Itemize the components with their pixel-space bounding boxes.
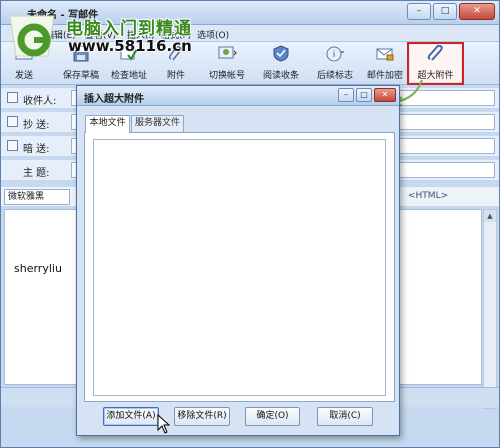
address-book-icon[interactable] xyxy=(7,92,18,103)
dialog-minimize-button[interactable]: – xyxy=(338,88,354,102)
watermark-brand: 电脑入门到精通 xyxy=(66,19,192,39)
dialog-window-controls: – □ ✕ xyxy=(338,88,396,102)
follow-up-flag-label: 后续标志 xyxy=(316,71,353,81)
watermark-logo xyxy=(9,15,55,57)
cancel-button[interactable]: 取消(C) xyxy=(317,407,373,426)
follow-up-flag-icon: i xyxy=(326,46,344,62)
dialog-title: 插入超大附件 xyxy=(84,94,144,105)
editor-scrollbar[interactable]: ▲ ▼ xyxy=(483,209,497,409)
window-controls: – □ ✕ xyxy=(407,3,495,20)
cc-label: 抄 送: xyxy=(23,120,50,131)
scroll-up-icon[interactable]: ▲ xyxy=(484,210,496,222)
switch-account-label: 切换帐号 xyxy=(208,71,245,81)
svg-text:i: i xyxy=(333,50,336,60)
remove-file-button[interactable]: 移除文件(R) xyxy=(174,407,230,426)
close-button[interactable]: ✕ xyxy=(459,3,495,20)
large-attachment-button[interactable]: 超大附件 xyxy=(407,42,464,85)
encrypt-button[interactable]: 邮件加密 xyxy=(365,45,405,82)
font-family-select[interactable]: 微软雅黑 xyxy=(4,189,70,205)
minimize-button[interactable]: – xyxy=(407,3,431,20)
large-attachment-dialog: 插入超大附件 – □ ✕ 本地文件 服务器文件 添加文件(A) 移除文件(R) … xyxy=(76,85,400,436)
tab-local-files[interactable]: 本地文件 xyxy=(85,115,130,133)
html-mode-toggle[interactable]: <HTML> xyxy=(408,191,448,201)
watermark-url: www.58116.cn xyxy=(68,37,192,55)
tab-server-files[interactable]: 服务器文件 xyxy=(131,115,184,132)
dialog-close-button[interactable]: ✕ xyxy=(374,88,396,102)
read-receipt-button[interactable]: 阅读收条 xyxy=(259,45,303,82)
send-label: 发送 xyxy=(14,71,33,81)
file-list[interactable] xyxy=(93,139,386,396)
maximize-button[interactable]: □ xyxy=(433,3,457,20)
address-book-icon[interactable] xyxy=(7,116,18,127)
encrypt-icon xyxy=(376,48,394,61)
large-attachment-icon xyxy=(427,44,443,61)
menu-options[interactable]: 选项(O) xyxy=(197,28,229,41)
follow-up-flag-button[interactable]: i 后续标志 xyxy=(313,45,357,82)
dialog-maximize-button[interactable]: □ xyxy=(356,88,372,102)
subject-label: 主 题: xyxy=(23,168,50,179)
mouse-cursor-icon xyxy=(157,414,171,434)
to-label: 收件人: xyxy=(23,96,57,107)
attachment-label: 附件 xyxy=(166,71,185,81)
save-draft-label: 保存草稿 xyxy=(62,71,99,81)
check-address-label: 检查地址 xyxy=(110,71,147,81)
add-file-button[interactable]: 添加文件(A) xyxy=(103,407,159,426)
read-receipt-label: 阅读收条 xyxy=(262,71,299,81)
bcc-label: 暗 送: xyxy=(23,144,50,155)
ok-button[interactable]: 确定(O) xyxy=(245,407,300,426)
dialog-titlebar[interactable]: 插入超大附件 – □ ✕ xyxy=(77,86,399,106)
signature-text: sherryliu xyxy=(14,262,62,275)
address-book-icon[interactable] xyxy=(7,140,18,151)
switch-account-button[interactable]: 切换帐号 xyxy=(205,45,249,82)
tab-panel xyxy=(84,132,395,402)
switch-account-icon xyxy=(218,46,237,59)
read-receipt-icon xyxy=(273,45,289,62)
